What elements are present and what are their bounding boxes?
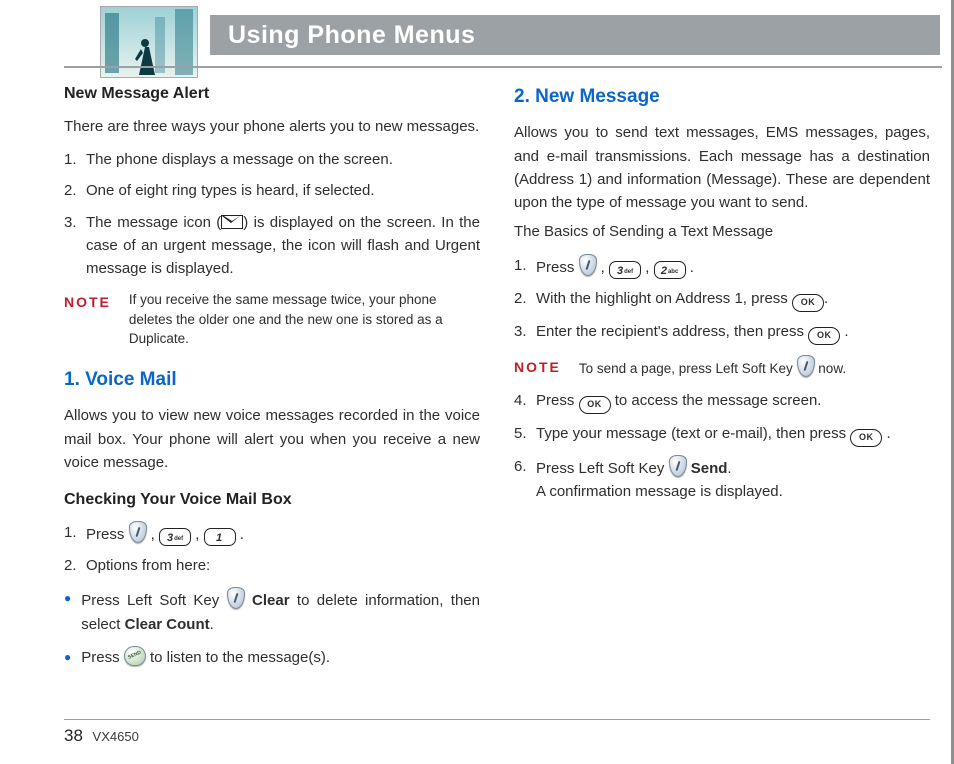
key-1-icon: 1: [204, 528, 236, 546]
softkey-icon: [579, 254, 597, 276]
left-column: New Message Alert There are three ways y…: [64, 82, 480, 704]
footer: 38 VX4650: [64, 719, 930, 746]
header: Using Phone Menus: [100, 12, 940, 58]
nm-step-4: 4. Press OK to access the message screen…: [514, 389, 930, 414]
send-key-icon: [124, 646, 146, 666]
model-number: VX4650: [93, 729, 139, 744]
vm-step-1: 1. Press , 3def , 1 .: [64, 521, 480, 546]
new-message-alert-heading: New Message Alert: [64, 82, 480, 107]
page-number: 38: [64, 726, 83, 745]
softkey-icon: [797, 355, 815, 377]
vm-step-2: 2. Options from here:: [64, 554, 480, 577]
alert-item-2: 2. One of eight ring types is heard, if …: [64, 179, 480, 202]
softkey-icon: [129, 521, 147, 543]
new-message-heading: 2. New Message: [514, 82, 930, 111]
vm-option-listen: Press to listen to the message(s).: [64, 646, 480, 669]
note-label: NOTE: [64, 290, 111, 314]
alert-item-3: 3. The message icon () is displayed on t…: [64, 211, 480, 281]
alert-list: 1. The phone displays a message on the s…: [64, 148, 480, 280]
header-rule: [64, 66, 942, 68]
nm-step-5: 5. Type your message (text or e-mail), t…: [514, 422, 930, 447]
content-columns: New Message Alert There are three ways y…: [64, 82, 930, 704]
voice-mail-intro: Allows you to view new voice messages re…: [64, 404, 480, 474]
new-message-intro: Allows you to send text messages, EMS me…: [514, 121, 930, 214]
ok-key-icon: OK: [579, 396, 611, 414]
key-3-icon: 3def: [159, 528, 191, 546]
page-title: Using Phone Menus: [210, 15, 940, 55]
nm-step-1: 1. Press , 3def , 2abc .: [514, 254, 930, 279]
ok-key-icon: OK: [792, 294, 824, 312]
envelope-icon: [221, 215, 243, 229]
softkey-icon: [227, 587, 245, 609]
vm-steps: 1. Press , 3def , 1 . 2. Options from he…: [64, 521, 480, 578]
softkey-icon: [669, 455, 687, 477]
alert-intro: There are three ways your phone alerts y…: [64, 115, 480, 138]
nm-step-2: 2. With the highlight on Address 1, pres…: [514, 287, 930, 312]
nm-steps-1-3: 1. Press , 3def , 2abc . 2. With the hig…: [514, 254, 930, 345]
basics-line: The Basics of Sending a Text Message: [514, 220, 930, 243]
vm-options: Press Left Soft Key Clear to delete info…: [64, 587, 480, 669]
key-3-icon: 3def: [609, 261, 641, 279]
key-2-icon: 2abc: [654, 261, 686, 279]
checking-vm-heading: Checking Your Voice Mail Box: [64, 488, 480, 513]
ok-key-icon: OK: [808, 327, 840, 345]
note-page: NOTE To send a page, press Left Soft Key…: [514, 355, 930, 379]
note-duplicate: NOTE If you receive the same message twi…: [64, 290, 480, 349]
vm-option-clear: Press Left Soft Key Clear to delete info…: [64, 587, 480, 636]
nm-step-3: 3. Enter the recipient's address, then p…: [514, 320, 930, 345]
nm-step-6: 6. Press Left Soft Key Send. A confirmat…: [514, 455, 930, 504]
note-label: NOTE: [514, 355, 561, 379]
nm-steps-4-6: 4. Press OK to access the message screen…: [514, 389, 930, 504]
alert-item-1: 1. The phone displays a message on the s…: [64, 148, 480, 171]
ok-key-icon: OK: [850, 429, 882, 447]
voice-mail-heading: 1. Voice Mail: [64, 365, 480, 394]
right-column: 2. New Message Allows you to send text m…: [514, 82, 930, 704]
manual-page: Using Phone Menus New Message Alert Ther…: [0, 0, 954, 764]
